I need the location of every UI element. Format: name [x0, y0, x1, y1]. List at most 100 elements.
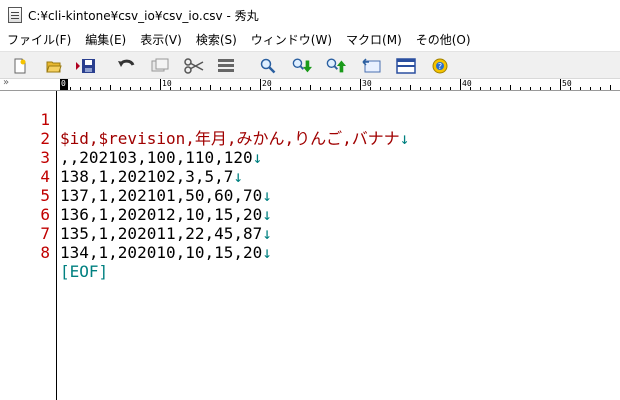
ruler-tick [130, 87, 131, 90]
ruler-tick [550, 87, 551, 90]
ruler-tick [510, 85, 511, 90]
ruler-tick [330, 87, 331, 90]
ruler-tick [480, 87, 481, 90]
ruler-tick [80, 87, 81, 90]
ruler-tick [560, 79, 561, 90]
ruler-tick [260, 79, 261, 90]
help-icon[interactable]: ? [430, 56, 450, 76]
line-content[interactable]: $id,$revision,年月,みかん,りんご,バナナ↓ [60, 129, 409, 148]
ruler-tick [430, 87, 431, 90]
ruler-tick [590, 87, 591, 90]
text-editor[interactable]: 1 $id,$revision,年月,みかん,りんご,バナナ↓ 2 ,,2021… [0, 91, 620, 400]
editor-line: 8 [EOF] [0, 224, 108, 281]
newline-mark: ↓ [252, 148, 263, 167]
line-content[interactable]: ,,202103,100,110,120↓ [60, 148, 262, 167]
editor-line: 6 135,1,202011,22,45,87↓ [0, 186, 272, 243]
ruler-tick [370, 87, 371, 90]
editor-line: 2 ,,202103,100,110,120↓ [0, 110, 262, 167]
ruler-tick [380, 87, 381, 90]
ruler-tick [110, 85, 111, 90]
svg-text:?: ? [438, 62, 442, 71]
ruler-tick [520, 87, 521, 90]
menu-file[interactable]: ファイル(F) [0, 30, 78, 51]
line-content[interactable]: 136,1,202012,10,15,20↓ [60, 205, 272, 224]
ruler-tick [120, 87, 121, 90]
search-icon[interactable] [258, 56, 278, 76]
ruler-tick [470, 87, 471, 90]
column-ruler: » 0 10 20 30 40 50 [0, 77, 620, 91]
find-next-icon[interactable] [292, 56, 312, 76]
line-content[interactable]: 135,1,202011,22,45,87↓ [60, 224, 272, 243]
ruler-tick [570, 87, 571, 90]
ruler-tick [140, 87, 141, 90]
newline-mark: ↓ [262, 243, 272, 262]
new-file-icon[interactable] [10, 56, 30, 76]
ruler-expand-icon[interactable]: » [3, 77, 9, 88]
ruler-tick [310, 85, 311, 90]
ruler-tick [440, 87, 441, 90]
ruler-tick [360, 79, 361, 90]
ruler-tick [500, 87, 501, 90]
ruler-tick [540, 87, 541, 90]
ruler-tick [340, 87, 341, 90]
ruler-tick [230, 87, 231, 90]
menu-edit[interactable]: 編集(E) [78, 30, 133, 51]
ruler-tick [150, 87, 151, 90]
newline-mark: ↓ [262, 224, 272, 243]
menu-macro[interactable]: マクロ(M) [339, 30, 409, 51]
newline-mark: ↓ [262, 186, 272, 205]
ruler-tick [600, 87, 601, 90]
menu-view[interactable]: 表示(V) [133, 30, 189, 51]
ruler-tick [350, 87, 351, 90]
app-icon [8, 7, 22, 23]
menu-bar: ファイル(F) 編集(E) 表示(V) 検索(S) ウィンドウ(W) マクロ(M… [0, 30, 620, 51]
line-content[interactable]: 137,1,202101,50,60,70↓ [60, 186, 272, 205]
ruler-tick [180, 87, 181, 90]
ruler-tick [280, 87, 281, 90]
ruler-tick [420, 87, 421, 90]
ruler-tick [60, 79, 61, 90]
editor-line: 1 $id,$revision,年月,みかん,りんご,バナナ↓ [0, 91, 409, 148]
ruler-tick [610, 85, 611, 90]
save-icon[interactable] [76, 56, 96, 76]
copy-icon[interactable] [150, 56, 170, 76]
editor-line: 3 138,1,202102,3,5,7↓ [0, 129, 243, 186]
title-bar: C:¥cli-kintone¥csv_io¥csv_io.csv - 秀丸 [0, 0, 620, 30]
ruler-tick [210, 85, 211, 90]
line-number: 8 [40, 243, 50, 262]
window-split-icon[interactable] [396, 56, 416, 76]
ruler-tick [300, 87, 301, 90]
ruler-tick [90, 87, 91, 90]
menu-other[interactable]: その他(O) [409, 30, 478, 51]
ruler-tick [450, 87, 451, 90]
ruler-tick [240, 87, 241, 90]
ruler-tick [220, 87, 221, 90]
open-folder-icon[interactable] [44, 56, 64, 76]
ruler-tick [410, 85, 411, 90]
ruler-tick [320, 87, 321, 90]
find-prev-icon[interactable] [326, 56, 346, 76]
ruler-tick [580, 87, 581, 90]
ruler-tick [390, 87, 391, 90]
ruler-tick [460, 79, 461, 90]
undo-icon[interactable] [116, 56, 136, 76]
editor-line: 7 134,1,202010,10,15,20↓ [0, 205, 272, 262]
menu-window[interactable]: ウィンドウ(W) [244, 30, 339, 51]
cut-icon[interactable] [184, 56, 204, 76]
line-content[interactable]: 134,1,202010,10,15,20↓ [60, 243, 272, 262]
ruler-tick [530, 87, 531, 90]
eof-marker: [EOF] [60, 262, 109, 281]
ruler-label-0: 0 [61, 79, 66, 88]
paste-icon[interactable] [216, 56, 236, 76]
newline-mark: ↓ [399, 129, 410, 148]
ruler-tick [100, 87, 101, 90]
ruler-tick [200, 87, 201, 90]
newline-mark: ↓ [233, 167, 244, 186]
ruler-tick [270, 87, 271, 90]
window-title: C:¥cli-kintone¥csv_io¥csv_io.csv - 秀丸 [28, 8, 259, 23]
menu-search[interactable]: 検索(S) [189, 30, 244, 51]
line-content[interactable]: 138,1,202102,3,5,7↓ [60, 167, 243, 186]
ruler-tick [250, 87, 251, 90]
editor-line: 4 137,1,202101,50,60,70↓ [0, 148, 272, 205]
replace-icon[interactable] [362, 56, 382, 76]
